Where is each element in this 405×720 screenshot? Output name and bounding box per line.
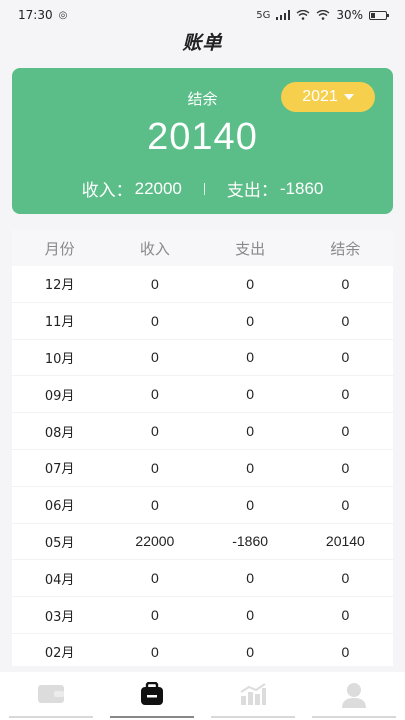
row-expense: 0 (246, 570, 255, 587)
row-income: 22000 (135, 533, 175, 550)
status-bar: 17:30 ◎ 5G 30% (0, 0, 405, 30)
row-income: 0 (150, 386, 159, 403)
year-value: 2021 (302, 88, 338, 105)
row-month: 06月 (44, 499, 75, 515)
table-header: 月份 收入 支出 结余 (12, 230, 393, 266)
year-selector-button[interactable]: 2021 (281, 82, 375, 112)
row-income: 0 (150, 312, 159, 329)
tab-indicator (211, 716, 296, 718)
tab-wallet[interactable] (1, 672, 101, 720)
row-expense: 0 (246, 275, 255, 292)
tab-bill[interactable] (102, 672, 202, 720)
table-row[interactable]: 02月 0 0 0 (12, 634, 393, 666)
bottom-tab-bar (0, 672, 405, 720)
expense-label: 支出： (226, 181, 278, 201)
column-header-month: 月份 (44, 239, 75, 258)
chart-icon (240, 683, 267, 705)
page-title: 账单 (182, 32, 223, 54)
row-balance: 0 (341, 643, 350, 660)
income-expense-row: 收入： 22000 支出： -1860 (12, 176, 393, 202)
row-month: 08月 (44, 425, 75, 441)
row-income: 0 (150, 643, 159, 660)
row-balance: 0 (341, 275, 350, 292)
row-income: 0 (150, 423, 159, 440)
row-month: 07月 (44, 462, 75, 478)
row-income: 0 (150, 570, 159, 587)
table-row[interactable]: 10月 0 0 0 (12, 340, 393, 377)
row-income: 0 (150, 275, 159, 292)
row-month: 11月 (44, 315, 75, 331)
row-month: 12月 (44, 278, 75, 294)
table-row[interactable]: 06月 0 0 0 (12, 487, 393, 524)
row-month: 03月 (44, 609, 75, 625)
user-icon (342, 683, 367, 708)
table-row[interactable]: 12月 0 0 0 (12, 266, 393, 303)
row-expense: 0 (246, 386, 255, 403)
status-time: 17:30 (18, 8, 53, 22)
summary-card: 结余 2021 20140 收入： 22000 支出： -1860 (12, 68, 393, 214)
signal-icon (276, 10, 291, 20)
table-row[interactable]: 09月 0 0 0 (12, 376, 393, 414)
row-expense: 0 (246, 312, 255, 329)
row-month: 05月 (44, 535, 75, 551)
row-balance: 0 (341, 386, 350, 403)
table-row[interactable]: 03月 0 0 0 (12, 597, 393, 634)
monthly-table: 月份 收入 支出 结余 12月 0 0 0 11月 0 0 0 10月 0 0 … (12, 230, 393, 666)
row-expense: 0 (246, 459, 255, 476)
row-balance: 0 (341, 496, 350, 513)
row-expense: 0 (246, 423, 255, 440)
expense-value: -1860 (279, 178, 324, 198)
table-row[interactable]: 05月 22000 -1860 20140 (12, 524, 393, 561)
table-row[interactable]: 08月 0 0 0 (12, 413, 393, 450)
row-balance: 0 (341, 459, 350, 476)
table-row[interactable]: 07月 0 0 0 (12, 450, 393, 487)
column-header-balance: 结余 (330, 239, 361, 258)
table-row[interactable]: 11月 0 0 0 (12, 303, 393, 340)
wifi-icon-secondary (316, 10, 330, 20)
row-expense: 0 (246, 643, 255, 660)
notification-icon: ◎ (58, 9, 68, 21)
column-header-income: 收入 (139, 239, 170, 258)
row-balance: 0 (341, 312, 350, 329)
column-header-expense: 支出 (235, 239, 266, 258)
row-balance: 20140 (325, 533, 365, 550)
battery-percent: 30% (336, 8, 363, 22)
row-expense: 0 (246, 349, 255, 366)
row-income: 0 (150, 459, 159, 476)
balance-value: 20140 (147, 116, 258, 158)
income-value: 22000 (134, 178, 182, 198)
battery-icon (369, 10, 389, 20)
row-expense: 0 (246, 607, 255, 624)
network-type-label: 5G (256, 9, 271, 21)
row-month: 10月 (44, 351, 75, 367)
income-label: 收入： (81, 181, 133, 201)
row-balance: 0 (341, 349, 350, 366)
row-month: 04月 (44, 572, 75, 588)
divider (203, 182, 205, 195)
row-income: 0 (150, 349, 159, 366)
tab-user[interactable] (304, 672, 404, 720)
row-balance: 0 (341, 607, 350, 624)
row-expense: -1860 (232, 533, 269, 550)
caret-down-icon (343, 94, 354, 100)
row-balance: 0 (341, 423, 350, 440)
tab-indicator (312, 716, 397, 718)
tab-chart[interactable] (203, 672, 303, 720)
wallet-icon (37, 685, 64, 703)
row-expense: 0 (246, 496, 255, 513)
row-month: 09月 (44, 388, 75, 404)
tab-indicator (8, 716, 93, 718)
table-row[interactable]: 04月 0 0 0 (12, 560, 393, 598)
row-month: 02月 (44, 646, 75, 662)
bill-icon (140, 682, 163, 705)
row-income: 0 (150, 496, 159, 513)
row-balance: 0 (341, 570, 350, 587)
row-income: 0 (150, 607, 159, 624)
wifi-icon (296, 10, 310, 20)
tab-indicator (109, 716, 194, 718)
